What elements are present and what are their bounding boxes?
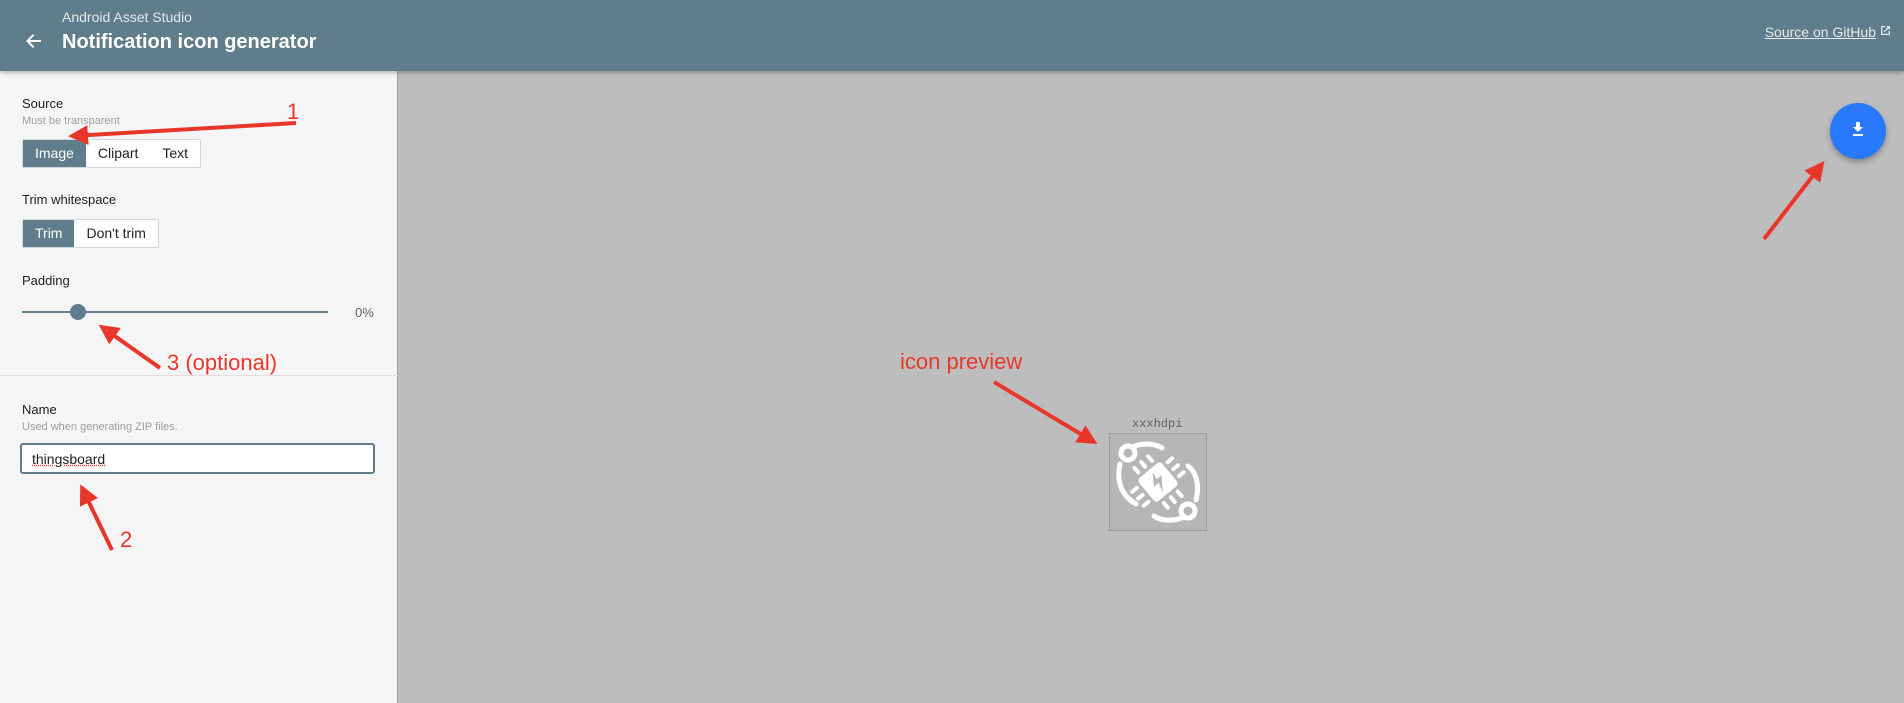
annotation-2: 2 xyxy=(120,527,133,552)
icon-preview xyxy=(1109,433,1207,531)
arrow-annotation-download xyxy=(1762,160,1825,241)
annotation-icon-preview: icon preview xyxy=(900,349,1023,374)
dont-trim-button[interactable]: Don't trim xyxy=(74,220,157,247)
github-link-label: Source on GitHub xyxy=(1764,24,1876,40)
app-name: Android Asset Studio xyxy=(62,9,192,25)
source-text-button[interactable]: Text xyxy=(150,140,200,167)
open-in-new-icon xyxy=(1879,24,1892,40)
trim-label: Trim whitespace xyxy=(22,192,117,207)
trim-button[interactable]: Trim xyxy=(23,220,75,247)
download-button[interactable] xyxy=(1830,103,1886,159)
name-input[interactable] xyxy=(20,443,375,474)
density-label: xxxhdpi xyxy=(1132,417,1183,431)
annotation-1: 1 xyxy=(287,99,300,124)
name-label: Name xyxy=(22,402,57,417)
options-sidebar: Source Must be transparent Image Clipart… xyxy=(0,71,398,703)
padding-slider[interactable] xyxy=(22,304,328,320)
back-button[interactable] xyxy=(18,29,50,57)
annotation-3: 3 (optional) xyxy=(167,350,278,375)
source-image-button[interactable]: Image xyxy=(23,140,86,167)
padding-value: 0% xyxy=(355,305,374,320)
arrow-back-icon xyxy=(25,32,43,55)
source-selector: Image Clipart Text xyxy=(22,139,202,168)
padding-label: Padding xyxy=(22,273,70,288)
thingsboard-icon xyxy=(1116,441,1201,523)
app-header: Android Asset Studio Notification icon g… xyxy=(0,0,1904,71)
trim-selector: Trim Don't trim xyxy=(22,219,159,248)
arrow-annotation-preview xyxy=(992,380,1098,445)
padding-slider-thumb[interactable] xyxy=(70,304,86,320)
source-hint: Must be transparent xyxy=(22,115,120,127)
source-clipart-button[interactable]: Clipart xyxy=(86,140,150,167)
github-link[interactable]: Source on GitHub xyxy=(1765,24,1892,40)
name-hint: Used when generating ZIP files. xyxy=(22,421,178,433)
download-icon xyxy=(1849,120,1867,143)
source-label: Source xyxy=(22,96,64,111)
page-title: Notification icon generator xyxy=(62,31,317,53)
